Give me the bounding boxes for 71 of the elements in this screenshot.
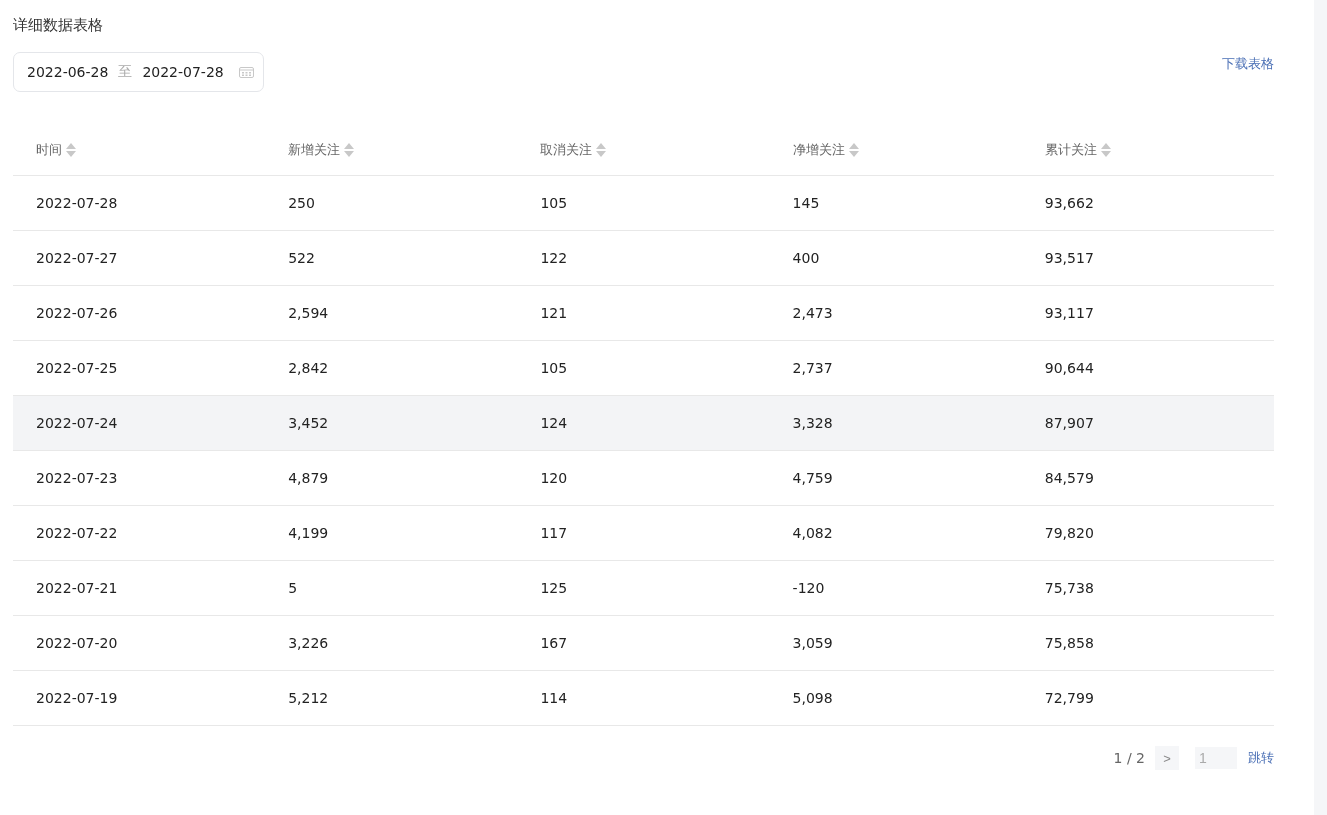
- table-cell-text: 2,473: [791, 304, 833, 323]
- table-cell-text: 121: [539, 304, 568, 323]
- calendar-icon: [238, 66, 254, 78]
- column-header[interactable]: 新增关注: [265, 125, 355, 175]
- page-number-field[interactable]: 1: [1195, 747, 1237, 769]
- table-cell-text: 120: [539, 469, 568, 488]
- end-date: 2022-07-28: [142, 64, 224, 80]
- table-cell-text: 93,517: [1043, 249, 1094, 268]
- table-cell-text: 2022-07-23: [35, 469, 118, 488]
- table-cell-text: 2,594: [287, 304, 329, 323]
- table-cell-text: 250: [287, 194, 315, 213]
- table-cell-text: 4,759: [791, 469, 833, 488]
- sort-icon: [66, 143, 76, 157]
- table-cell-text: 4,879: [287, 469, 329, 488]
- table-cell-text: 3,226: [287, 634, 329, 653]
- download-table-link[interactable]: 下载表格: [1222, 55, 1274, 73]
- table-cell-text: 75,738: [1043, 579, 1094, 598]
- table-cell-text: 5: [287, 579, 298, 598]
- table-cell-text: 2022-07-27: [35, 249, 118, 268]
- range-separator: 至: [118, 63, 133, 81]
- table-cell-text: 93,117: [1043, 304, 1094, 323]
- table-cell-text: 2022-07-26: [35, 304, 118, 323]
- table-cell-text: 167: [539, 634, 568, 653]
- table-cell-text: -120: [791, 579, 825, 598]
- table-cell-text: 87,907: [1043, 414, 1094, 433]
- table-cell-text: 93,662: [1043, 194, 1094, 213]
- table-cell-text: 2022-07-25: [35, 359, 118, 378]
- table-cell-text: 5,098: [791, 689, 833, 708]
- start-date: 2022-06-28: [27, 64, 109, 80]
- table-cell-text: 122: [539, 249, 568, 268]
- date-range-picker[interactable]: 2022-06-28 至 2022-07-28: [13, 52, 264, 92]
- table-cell-text: 124: [539, 414, 568, 433]
- table-cell-text: 4,199: [287, 524, 329, 543]
- table-cell-text: 2022-07-24: [35, 414, 118, 433]
- table-cell-text: 2022-07-22: [35, 524, 118, 543]
- table-cell-text: 5,212: [287, 689, 329, 708]
- table-cell-text: 2,737: [791, 359, 833, 378]
- table-cell-text: 117: [539, 524, 568, 543]
- table-cell-text: 114: [539, 689, 568, 708]
- table-cell-text: 2022-07-28: [35, 194, 118, 213]
- section-title: 详细数据表格: [13, 15, 104, 35]
- table-cell-text: 2022-07-20: [35, 634, 118, 653]
- table-row[interactable]: 2022-07-24 3,452 124 3,328 87,907: [13, 396, 1274, 451]
- column-header[interactable]: 累计关注: [1021, 125, 1111, 175]
- sort-icon: [344, 143, 355, 157]
- table-cell-text: 105: [539, 359, 568, 378]
- table-cell-text: 105: [539, 194, 568, 213]
- column-header[interactable]: 取消关注: [517, 125, 607, 175]
- sort-icon: [596, 143, 607, 157]
- table-cell-text: 3,452: [287, 414, 329, 433]
- table-cell-text: 72,799: [1043, 689, 1094, 708]
- table-cell-text: 79,820: [1043, 524, 1094, 543]
- table-cell-text: 2022-07-19: [35, 689, 118, 708]
- table-cell-text: 125: [539, 579, 568, 598]
- table-cell-text: 4,082: [791, 524, 833, 543]
- table-cell-text: 400: [791, 249, 820, 268]
- table-cell-text: 75,858: [1043, 634, 1094, 653]
- table-cell-text: 2022-07-21: [35, 579, 118, 598]
- sort-icon: [848, 143, 859, 157]
- table-cell-text: 3,059: [791, 634, 833, 653]
- jump-link[interactable]: 跳转: [1248, 749, 1274, 767]
- column-header[interactable]: 时间: [13, 125, 76, 175]
- table-cell-text: 522: [287, 249, 315, 268]
- page-indicator: 1 / 2: [1113, 750, 1145, 766]
- table-cell-text: 3,328: [791, 414, 833, 433]
- table-cell-text: 2,842: [287, 359, 329, 378]
- table-cell-text: 145: [791, 194, 820, 213]
- table-cell-text: 90,644: [1043, 359, 1094, 378]
- column-header[interactable]: 净增关注: [769, 125, 859, 175]
- table-cell-text: 84,579: [1043, 469, 1094, 488]
- sort-icon: [1100, 143, 1111, 157]
